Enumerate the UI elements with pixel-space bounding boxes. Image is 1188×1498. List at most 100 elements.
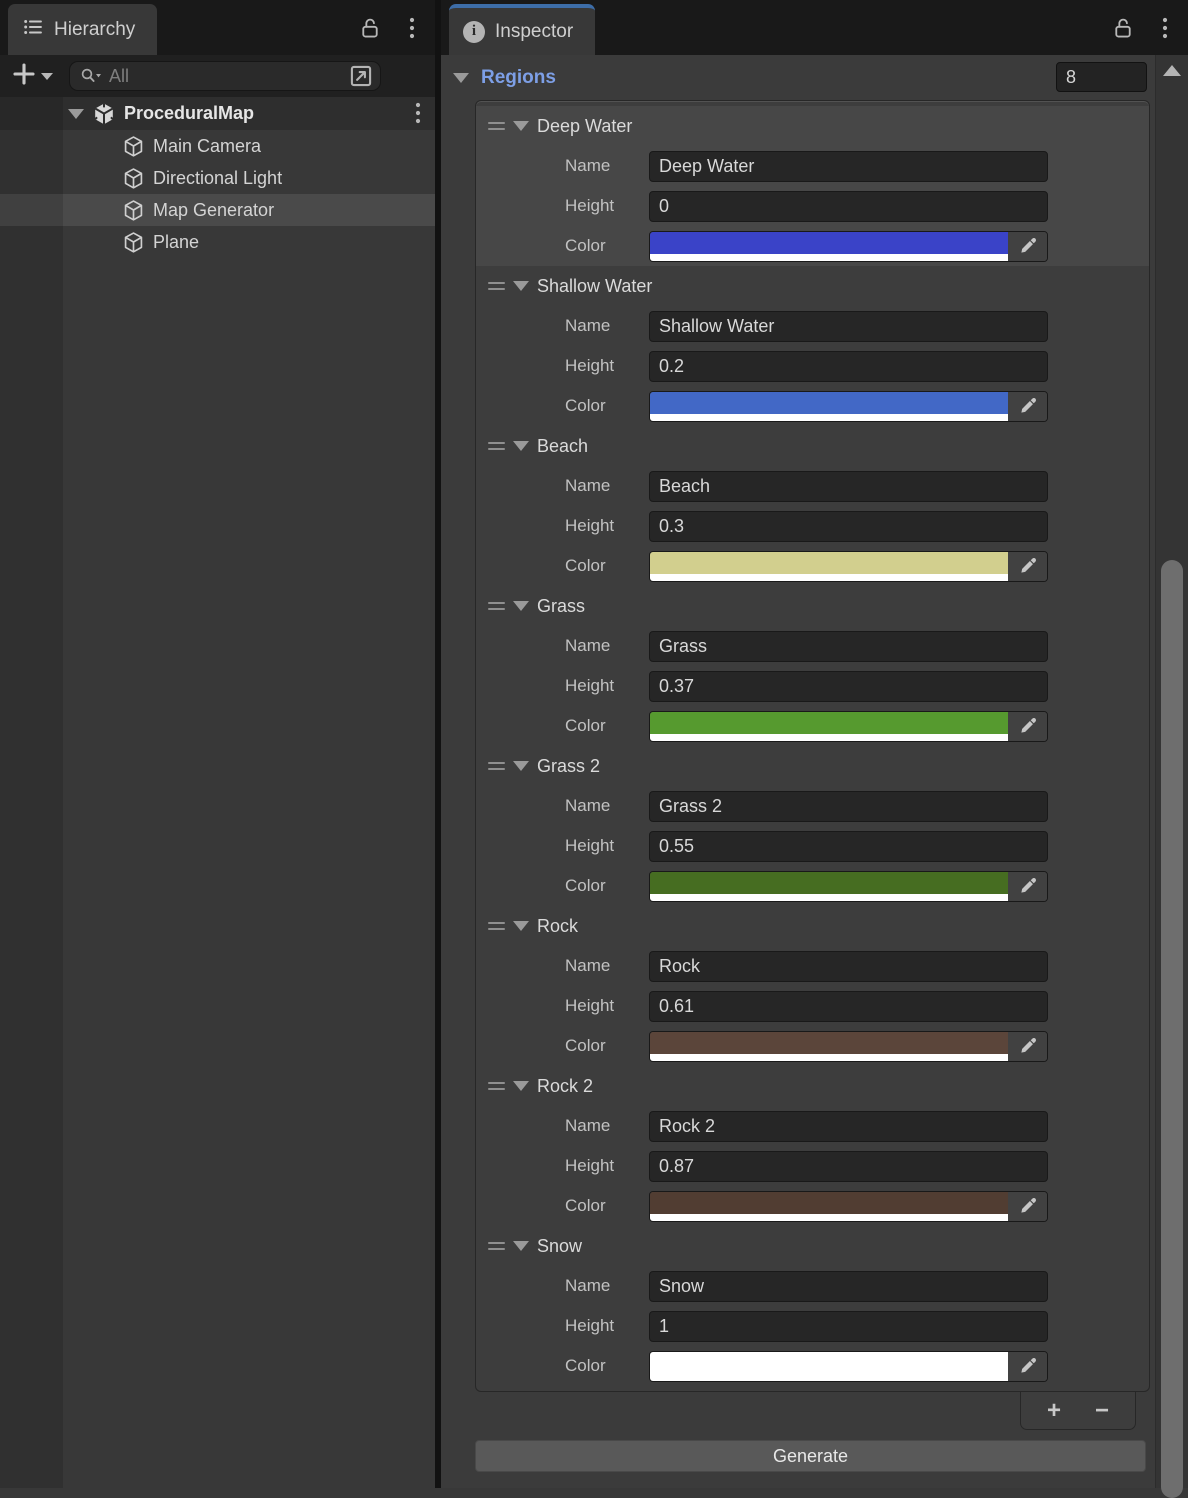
kebab-menu-icon[interactable] [415, 101, 421, 130]
region-element-snow[interactable]: Snow Name Snow Height 1 Color [476, 1226, 1149, 1386]
tab-inspector[interactable]: i Inspector [449, 4, 595, 55]
generate-button[interactable]: Generate [475, 1440, 1146, 1472]
foldout-icon[interactable] [513, 761, 529, 771]
name-field[interactable]: Snow [649, 1271, 1048, 1302]
name-field[interactable]: Shallow Water [649, 311, 1048, 342]
color-swatch[interactable] [650, 1352, 1008, 1381]
hierarchy-item-map-generator[interactable]: Map Generator [0, 194, 435, 226]
name-label: Name [476, 316, 649, 336]
drag-handle-icon[interactable] [488, 442, 505, 450]
name-field[interactable]: Rock [649, 951, 1048, 982]
region-element-rock-2[interactable]: Rock 2 Name Rock 2 Height 0.87 Color [476, 1066, 1149, 1226]
hierarchy-item-plane[interactable]: Plane [0, 226, 435, 258]
scrollbar-up-arrow[interactable] [1163, 65, 1181, 76]
create-object-button[interactable] [12, 62, 53, 91]
color-swatch[interactable] [650, 1192, 1008, 1221]
kebab-menu-icon[interactable] [1152, 13, 1178, 43]
eyedropper-icon[interactable] [1008, 232, 1047, 261]
foldout-icon[interactable] [513, 921, 529, 931]
name-field[interactable]: Rock 2 [649, 1111, 1048, 1142]
color-field[interactable] [649, 711, 1048, 742]
height-field[interactable]: 0.61 [649, 991, 1048, 1022]
height-field[interactable]: 1 [649, 1311, 1048, 1342]
search-input[interactable]: All [69, 61, 381, 91]
region-element-deep-water[interactable]: Deep Water Name Deep Water Height 0 Colo… [476, 106, 1149, 266]
region-header[interactable]: Grass 2 [476, 746, 1149, 786]
region-element-grass-2[interactable]: Grass 2 Name Grass 2 Height 0.55 Color [476, 746, 1149, 906]
foldout-icon[interactable] [68, 109, 84, 119]
eyedropper-icon[interactable] [1008, 392, 1047, 421]
name-label: Name [476, 1116, 649, 1136]
array-size-field[interactable]: 8 [1056, 62, 1147, 92]
foldout-icon[interactable] [513, 121, 529, 131]
tab-hierarchy[interactable]: Hierarchy [8, 4, 157, 55]
name-field[interactable]: Grass [649, 631, 1048, 662]
kebab-menu-icon[interactable] [399, 13, 425, 43]
color-swatch[interactable] [650, 712, 1008, 741]
name-field[interactable]: Deep Water [649, 151, 1048, 182]
height-field[interactable]: 0.2 [649, 351, 1048, 382]
drag-handle-icon[interactable] [488, 1082, 505, 1090]
color-field[interactable] [649, 1191, 1048, 1222]
region-header[interactable]: Snow [476, 1226, 1149, 1266]
region-header[interactable]: Beach [476, 426, 1149, 466]
eyedropper-icon[interactable] [1008, 1352, 1047, 1381]
region-element-rock[interactable]: Rock Name Rock Height 0.61 Color [476, 906, 1149, 1066]
eyedropper-icon[interactable] [1008, 872, 1047, 901]
drag-handle-icon[interactable] [488, 282, 505, 290]
region-header[interactable]: Shallow Water [476, 266, 1149, 306]
region-header[interactable]: Rock 2 [476, 1066, 1149, 1106]
eyedropper-icon[interactable] [1008, 1032, 1047, 1061]
color-field[interactable] [649, 1031, 1048, 1062]
name-field[interactable]: Grass 2 [649, 791, 1048, 822]
eyedropper-icon[interactable] [1008, 1192, 1047, 1221]
region-element-shallow-water[interactable]: Shallow Water Name Shallow Water Height … [476, 266, 1149, 426]
foldout-icon[interactable] [513, 441, 529, 451]
region-header[interactable]: Deep Water [476, 106, 1149, 146]
drag-handle-icon[interactable] [488, 602, 505, 610]
foldout-icon[interactable] [513, 1241, 529, 1251]
foldout-icon[interactable] [513, 1081, 529, 1091]
eyedropper-icon[interactable] [1008, 552, 1047, 581]
add-region-button[interactable]: + [1047, 1399, 1061, 1423]
foldout-icon[interactable] [453, 73, 469, 83]
lock-icon[interactable] [1110, 13, 1136, 43]
color-field[interactable] [649, 551, 1048, 582]
region-header[interactable]: Rock [476, 906, 1149, 946]
hierarchy-item-directional-light[interactable]: Directional Light [0, 162, 435, 194]
eyedropper-icon[interactable] [1008, 712, 1047, 741]
foldout-icon[interactable] [513, 601, 529, 611]
drag-handle-icon[interactable] [488, 1242, 505, 1250]
hierarchy-row-scene[interactable]: ProceduralMap [0, 97, 435, 130]
color-swatch[interactable] [650, 232, 1008, 261]
color-swatch[interactable] [650, 392, 1008, 421]
height-field[interactable]: 0.3 [649, 511, 1048, 542]
color-swatch[interactable] [650, 1032, 1008, 1061]
region-element-beach[interactable]: Beach Name Beach Height 0.3 Color [476, 426, 1149, 586]
foldout-icon[interactable] [513, 281, 529, 291]
color-field[interactable] [649, 391, 1048, 422]
color-field[interactable] [649, 1351, 1048, 1382]
region-element-grass[interactable]: Grass Name Grass Height 0.37 Color [476, 586, 1149, 746]
detach-search-icon[interactable] [348, 63, 374, 89]
region-header[interactable]: Grass [476, 586, 1149, 626]
hierarchy-item-main-camera[interactable]: Main Camera [0, 130, 435, 162]
drag-handle-icon[interactable] [488, 122, 505, 130]
color-swatch[interactable] [650, 552, 1008, 581]
color-swatch[interactable] [650, 872, 1008, 901]
height-field[interactable]: 0.55 [649, 831, 1048, 862]
hierarchy-list-icon [22, 16, 44, 44]
height-field[interactable]: 0 [649, 191, 1048, 222]
height-field[interactable]: 0.87 [649, 1151, 1048, 1182]
color-field[interactable] [649, 871, 1048, 902]
inspector-scrollbar[interactable] [1155, 55, 1188, 1488]
drag-handle-icon[interactable] [488, 922, 505, 930]
scrollbar-thumb[interactable] [1161, 560, 1183, 1498]
drag-handle-icon[interactable] [488, 762, 505, 770]
color-field[interactable] [649, 231, 1048, 262]
height-field[interactable]: 0.37 [649, 671, 1048, 702]
region-label: Rock [537, 916, 578, 937]
remove-region-button[interactable]: − [1095, 1399, 1109, 1423]
name-field[interactable]: Beach [649, 471, 1048, 502]
lock-icon[interactable] [357, 13, 383, 43]
